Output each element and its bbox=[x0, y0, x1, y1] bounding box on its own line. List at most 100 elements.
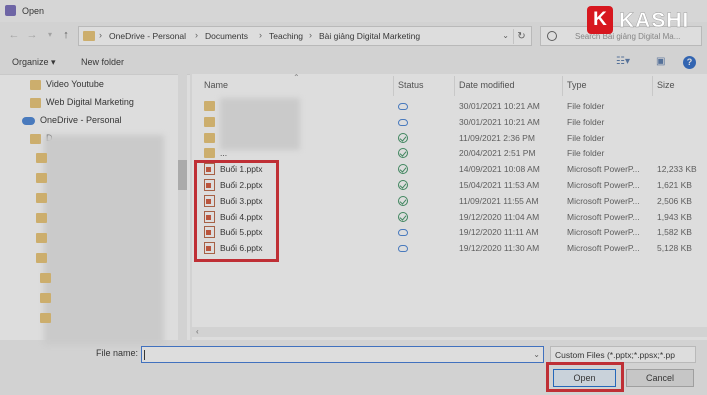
cloud-status-icon bbox=[398, 229, 408, 237]
folder-icon bbox=[204, 132, 215, 143]
folder-icon bbox=[30, 97, 41, 108]
command-toolbar: Organize ▾ New folder ☷▾ ▣ ? bbox=[0, 52, 707, 72]
breadcrumb-onedrive[interactable]: OneDrive - Personal bbox=[109, 31, 186, 41]
file-size: 1,621 KB bbox=[657, 180, 692, 190]
folder-icon bbox=[40, 313, 51, 323]
folder-icon bbox=[36, 193, 47, 203]
file-size: 5,128 KB bbox=[657, 243, 692, 254]
cloud-status-icon bbox=[398, 118, 408, 126]
file-date-modified: 20/04/2021 2:51 PM bbox=[459, 148, 536, 159]
column-divider[interactable] bbox=[652, 76, 653, 96]
chevron-down-icon[interactable]: ⌄ bbox=[533, 350, 540, 359]
file-size: 1,943 KB bbox=[657, 211, 692, 222]
file-date-modified: 19/12/2020 11:04 AM bbox=[459, 211, 540, 222]
chevron-down-icon[interactable]: ⌄ bbox=[502, 31, 509, 40]
synced-check-icon bbox=[398, 211, 408, 222]
tree-item-video-youtube[interactable]: Video Youtube bbox=[30, 79, 104, 95]
file-date-modified: 14/09/2021 10:08 AM bbox=[459, 164, 540, 175]
column-divider[interactable] bbox=[393, 76, 394, 96]
synced-check-icon bbox=[398, 180, 408, 190]
synced-check-icon bbox=[398, 132, 408, 143]
chevron-right-icon[interactable]: › bbox=[309, 30, 312, 40]
synced-check-icon bbox=[398, 195, 408, 206]
new-folder-button[interactable]: New folder bbox=[81, 57, 124, 67]
column-divider[interactable] bbox=[454, 76, 455, 96]
file-date-modified: 19/12/2020 11:30 AM bbox=[459, 243, 540, 254]
back-arrow-icon[interactable]: ← bbox=[6, 27, 22, 43]
recent-chevron-icon[interactable]: ▾ bbox=[42, 27, 58, 43]
file-type: Microsoft PowerP... bbox=[567, 227, 640, 238]
organize-button[interactable]: Organize ▾ bbox=[12, 57, 56, 68]
cloud-status-icon bbox=[398, 103, 408, 110]
chevron-right-icon[interactable]: › bbox=[259, 30, 262, 40]
column-header-status[interactable]: Status bbox=[398, 80, 424, 90]
file-type: File folder bbox=[567, 132, 605, 143]
column-divider[interactable] bbox=[562, 76, 563, 96]
file-type: File folder bbox=[567, 148, 605, 159]
breadcrumb-current-folder[interactable]: Bài giảng Digital Marketing bbox=[319, 31, 420, 41]
highlight-box-files bbox=[194, 160, 279, 262]
column-header-date-modified[interactable]: Date modified bbox=[459, 80, 515, 90]
tree-item-web-digital-marketing[interactable]: Web Digital Marketing bbox=[30, 97, 134, 113]
file-type: Microsoft PowerP... bbox=[567, 180, 640, 190]
cloud-status-icon bbox=[398, 245, 408, 253]
folder-icon bbox=[36, 153, 47, 163]
folder-icon bbox=[204, 116, 215, 127]
file-size: 1,582 KB bbox=[657, 227, 692, 238]
folder-icon bbox=[83, 31, 95, 41]
scroll-left-arrow-icon[interactable]: ‹ bbox=[196, 327, 199, 336]
synced-check-icon bbox=[398, 164, 408, 175]
chevron-right-icon[interactable]: › bbox=[99, 30, 102, 40]
file-date-modified: 15/04/2021 11:53 AM bbox=[459, 180, 540, 190]
blurred-folder-list bbox=[44, 135, 164, 345]
folder-icon bbox=[36, 213, 47, 223]
address-bar[interactable]: › OneDrive - Personal › Documents › Teac… bbox=[78, 26, 532, 46]
folder-icon bbox=[30, 79, 41, 90]
navigation-scrollbar[interactable] bbox=[178, 74, 187, 340]
chevron-right-icon[interactable]: › bbox=[195, 30, 198, 40]
column-header-size[interactable]: Size bbox=[657, 80, 675, 90]
watermark-logo: K bbox=[587, 6, 613, 34]
refresh-icon[interactable]: ↻ bbox=[513, 29, 529, 44]
folder-icon bbox=[30, 133, 41, 144]
preview-pane-icon[interactable]: ▣ bbox=[656, 56, 665, 67]
folder-icon bbox=[36, 233, 47, 243]
text-caret bbox=[144, 350, 145, 360]
sort-ascending-icon: ⌃ bbox=[293, 73, 300, 82]
folder-icon bbox=[36, 253, 47, 263]
file-row[interactable]: 11/09/2021 2:36 PM File folder bbox=[192, 130, 707, 146]
search-icon bbox=[547, 31, 557, 41]
up-arrow-icon[interactable]: ↑ bbox=[58, 27, 74, 43]
folder-icon bbox=[40, 293, 51, 303]
file-type: Microsoft PowerP... bbox=[567, 243, 640, 254]
file-type-filter-select[interactable]: Custom Files (*.pptx;*.ppsx;*.pp bbox=[550, 346, 696, 363]
file-size: 2,506 KB bbox=[657, 195, 692, 206]
cancel-button[interactable]: Cancel bbox=[626, 369, 694, 387]
file-row[interactable]: 30/01/2021 10:21 AM File folder bbox=[192, 114, 707, 130]
navigation-pane: Video Youtube Web Digital Marketing OneD… bbox=[0, 74, 190, 345]
navigation-scroll-thumb[interactable] bbox=[178, 160, 187, 190]
file-row[interactable]: ... 20/04/2021 2:51 PM File folder bbox=[192, 145, 707, 161]
folder-icon bbox=[204, 101, 215, 111]
folder-icon bbox=[204, 148, 215, 159]
window-title: Open bbox=[22, 6, 45, 16]
file-name-label: File name: bbox=[96, 348, 139, 358]
watermark-text: KASHI bbox=[619, 9, 690, 32]
forward-arrow-icon[interactable]: → bbox=[24, 27, 40, 43]
file-date-modified: 30/01/2021 10:21 AM bbox=[459, 116, 540, 127]
file-name-input[interactable]: ⌄ bbox=[141, 346, 544, 363]
file-date-modified: 11/09/2021 11:55 AM bbox=[459, 195, 539, 206]
column-header-type[interactable]: Type bbox=[567, 80, 587, 90]
horizontal-scrollbar[interactable]: ‹ bbox=[192, 327, 707, 337]
folder-icon bbox=[40, 273, 51, 283]
column-header-name[interactable]: Name bbox=[204, 80, 228, 90]
breadcrumb-teaching[interactable]: Teaching bbox=[269, 31, 303, 41]
folder-icon bbox=[36, 173, 47, 183]
cloud-icon bbox=[22, 116, 35, 125]
change-view-icon[interactable]: ☷▾ bbox=[616, 56, 630, 67]
tree-item-onedrive[interactable]: OneDrive - Personal bbox=[22, 115, 122, 131]
file-type: File folder bbox=[567, 116, 605, 127]
help-icon[interactable]: ? bbox=[683, 56, 696, 69]
breadcrumb-documents[interactable]: Documents bbox=[205, 31, 248, 41]
file-row[interactable]: 30/01/2021 10:21 AM File folder bbox=[192, 98, 707, 114]
